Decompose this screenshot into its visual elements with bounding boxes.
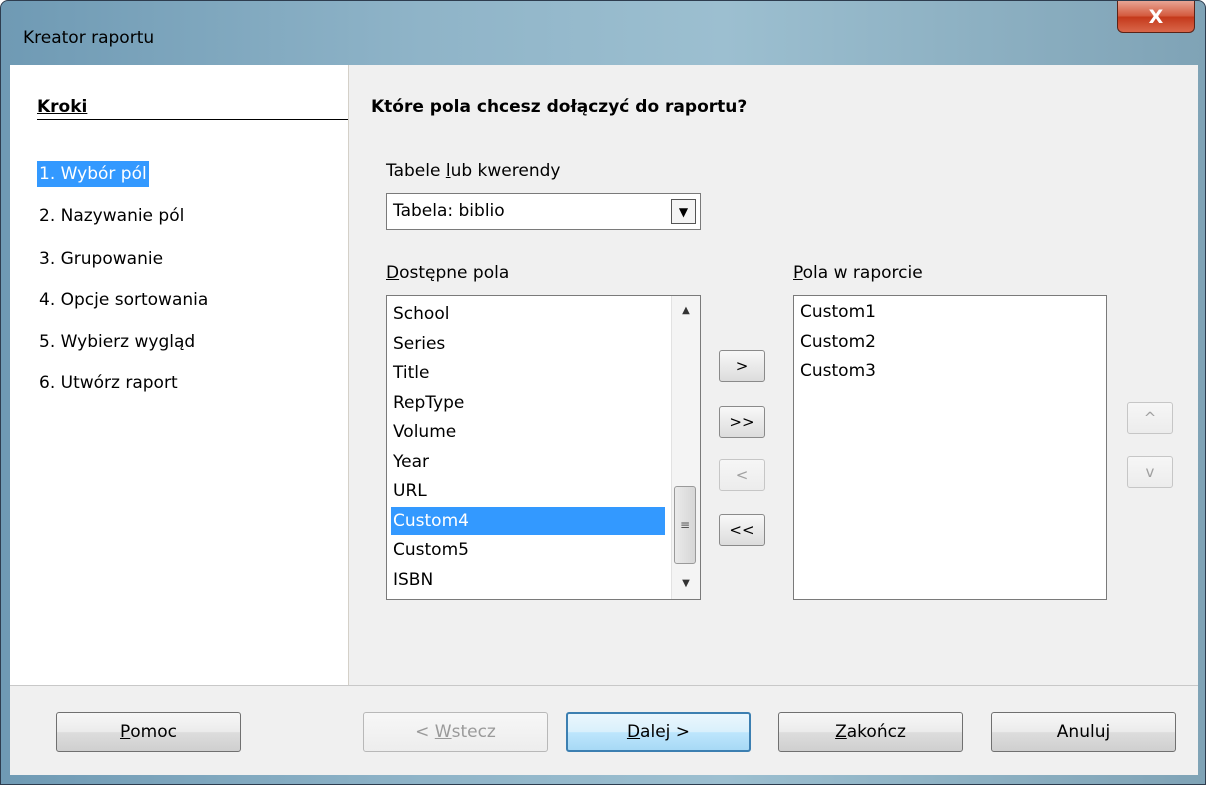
- tables-combobox-value: Tabela: biblio: [393, 201, 505, 221]
- available-field-item[interactable]: Title: [391, 359, 665, 387]
- page-question: Które pola chcesz dołączyć do raportu?: [371, 97, 748, 117]
- cancel-button[interactable]: Anuluj: [991, 712, 1176, 752]
- available-fields-scrollbar[interactable]: ▲ ≡ ▼: [671, 296, 700, 599]
- chevron-down-icon[interactable]: ▼: [671, 199, 696, 224]
- report-field-item[interactable]: Custom1: [798, 298, 1100, 326]
- steps-title: Kroki: [37, 97, 88, 117]
- report-fields-list[interactable]: Custom1 Custom2 Custom3: [793, 295, 1107, 600]
- remove-field-button[interactable]: <: [719, 459, 765, 491]
- available-field-item[interactable]: Series: [391, 330, 665, 358]
- report-wizard-window: Kreator raportu X Kroki 1. Wybór pól 2. N…: [0, 0, 1206, 785]
- step-item[interactable]: 3. Grupowanie: [37, 246, 165, 272]
- available-field-item[interactable]: Custom5: [391, 536, 665, 564]
- report-fields-label: Pola w raporcie: [793, 263, 923, 283]
- step-item[interactable]: 6. Utwórz raport: [37, 370, 180, 396]
- back-button[interactable]: < Wstecz: [363, 712, 548, 752]
- step-item[interactable]: 2. Nazywanie pól: [37, 203, 186, 229]
- report-field-item[interactable]: Custom2: [798, 328, 1100, 356]
- steps-pane: Kroki 1. Wybór pól 2. Nazywanie pól 3. Gru…: [10, 65, 349, 685]
- available-fields-list[interactable]: School Series Title RepType Volume Year URL Cus…: [386, 295, 701, 600]
- window-title: Kreator raportu: [23, 28, 155, 48]
- scroll-up-arrow-icon[interactable]: ▲: [672, 300, 700, 322]
- available-field-item[interactable]: RepType: [391, 389, 665, 417]
- finish-button[interactable]: Zakończ: [778, 712, 963, 752]
- button-row-divider: [10, 685, 1198, 686]
- available-field-item[interactable]: ISBN: [391, 566, 665, 594]
- remove-all-fields-button[interactable]: <<: [719, 514, 765, 546]
- move-down-button[interactable]: v: [1127, 456, 1173, 488]
- step-item[interactable]: 5. Wybierz wygląd: [37, 329, 197, 355]
- report-field-item[interactable]: Custom3: [798, 357, 1100, 385]
- help-button[interactable]: Pomoc: [56, 712, 241, 752]
- dialog-client-area: Kroki 1. Wybór pól 2. Nazywanie pól 3. Gru…: [10, 65, 1198, 775]
- available-field-item[interactable]: School: [391, 300, 665, 328]
- add-field-button[interactable]: >: [719, 350, 765, 382]
- available-field-item[interactable]: Year: [391, 448, 665, 476]
- scroll-down-arrow-icon[interactable]: ▼: [672, 573, 700, 595]
- next-button[interactable]: Dalej >: [566, 712, 751, 752]
- available-fields-label: Dostępne pola: [386, 263, 510, 283]
- close-icon: X: [1148, 5, 1164, 28]
- close-button[interactable]: X: [1117, 1, 1195, 33]
- steps-divider: [37, 119, 348, 120]
- step-item[interactable]: 4. Opcje sortowania: [37, 287, 210, 313]
- available-field-item[interactable]: URL: [391, 477, 665, 505]
- tables-label: Tabele lub kwerendy: [386, 161, 561, 181]
- title-bar[interactable]: Kreator raportu X: [1, 1, 1205, 65]
- move-up-button[interactable]: ^: [1127, 402, 1173, 434]
- tables-combobox[interactable]: Tabela: biblio ▼: [386, 193, 701, 230]
- add-all-fields-button[interactable]: >>: [719, 406, 765, 438]
- scroll-thumb[interactable]: ≡: [674, 486, 696, 564]
- available-field-item[interactable]: Custom4: [391, 506, 665, 535]
- available-field-item[interactable]: Volume: [391, 418, 665, 446]
- step-item[interactable]: 1. Wybór pól: [37, 161, 149, 187]
